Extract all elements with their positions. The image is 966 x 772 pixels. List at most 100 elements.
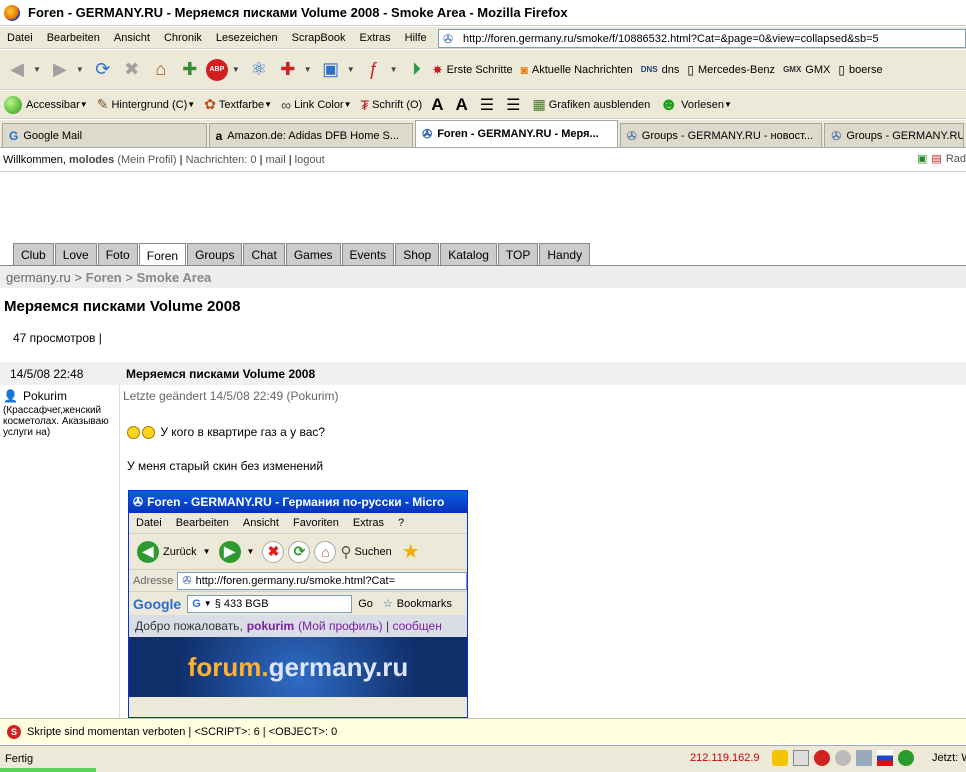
ip-address[interactable]: 212.119.162.9	[690, 752, 760, 764]
mail-icon[interactable]	[856, 750, 872, 766]
site-tab-top[interactable]: TOP	[497, 243, 539, 266]
site-tab-love[interactable]: Love	[54, 243, 97, 266]
download-icon[interactable]: ▣	[917, 152, 927, 165]
site-tab-groups[interactable]: Groups	[187, 243, 243, 266]
embedded-google-query: § 433 BGB	[214, 597, 269, 610]
script-dropdown-icon[interactable]: ▼	[390, 65, 398, 74]
menu-lesezeichen[interactable]: Lesezeichen	[209, 32, 285, 44]
forward-icon[interactable]: ▶	[47, 57, 73, 83]
online-status-icon[interactable]	[898, 750, 914, 766]
adblock-icon[interactable]: ABP	[205, 58, 228, 81]
tab-groups[interactable]: ✇ Groups - GERMANY.RU	[824, 123, 964, 147]
line-spacing-up-button[interactable]: ☰	[480, 95, 497, 115]
menu-chronik[interactable]: Chronik	[157, 32, 209, 44]
breadcrumb-root[interactable]: germany.ru	[6, 270, 71, 285]
site-tab-foto[interactable]: Foto	[97, 243, 138, 266]
embedded-menu-item: Bearbeiten	[175, 517, 229, 529]
site-tab-foren[interactable]: Foren	[138, 243, 187, 267]
bookmark-mercedes[interactable]: ▯ Mercedes-Benz	[687, 63, 775, 77]
embedded-back-icon: ◀	[137, 540, 159, 563]
menu-datei[interactable]: Datei	[0, 32, 40, 44]
reload-icon[interactable]: ⟳	[90, 57, 116, 83]
first-aid-dropdown-icon[interactable]: ▼	[304, 65, 312, 74]
author-name[interactable]: Pokurim	[23, 389, 67, 403]
site-tab-shop[interactable]: Shop	[395, 243, 440, 266]
accessibar-button[interactable]: Accessibar ▼	[4, 95, 88, 114]
my-profile-link[interactable]: (Mein Profil)	[117, 154, 176, 166]
link-color-button[interactable]: ∞ Link Color ▼	[281, 97, 351, 113]
noscript-status-icon[interactable]	[814, 750, 830, 766]
russian-flag-icon[interactable]	[877, 750, 893, 766]
mail-link[interactable]: mail	[266, 154, 286, 166]
tab-foren[interactable]: ✇ Foren - GERMANY.RU - Меря...	[415, 120, 618, 147]
first-aid-icon[interactable]: ✚	[275, 57, 301, 83]
window-titlebar: Foren - GERMANY.RU - Меряемся писками Vo…	[0, 0, 966, 26]
script-icon[interactable]: ƒ	[361, 57, 387, 83]
tab-amazon[interactable]: a Amazon.de: Adidas DFB Home S...	[208, 123, 414, 147]
site-tab-chat[interactable]: Chat	[243, 243, 285, 266]
back-icon[interactable]: ◀	[4, 57, 30, 83]
noscript-icon[interactable]: S	[7, 724, 21, 739]
tab-google-mail[interactable]: G Google Mail	[2, 123, 207, 147]
save-icon[interactable]: ▣	[318, 57, 344, 83]
breadcrumb-smoke-area[interactable]: Smoke Area	[137, 270, 212, 285]
embedded-menu: Datei Bearbeiten Ansicht Favoriten Extra…	[129, 513, 467, 533]
background-color-button[interactable]: ✎ Hintergrund (C) ▼	[97, 96, 195, 113]
site-tab-katalog[interactable]: Katalog	[440, 243, 497, 266]
stop-icon[interactable]: ✖	[119, 57, 145, 83]
page-info-icon[interactable]	[793, 750, 809, 766]
embedded-username: pokurim	[246, 619, 295, 633]
site-tab-handy[interactable]: Handy	[539, 243, 591, 266]
palette-icon: ✿	[204, 96, 216, 112]
firebug-icon[interactable]	[835, 750, 851, 766]
text-color-button[interactable]: ✿ Textfarbe ▼	[204, 96, 272, 113]
bookmark-gmx[interactable]: GMX GMX	[783, 64, 830, 76]
adblock-dropdown-icon[interactable]: ▼	[232, 65, 240, 74]
noscript-notification-bar[interactable]: S Skripte sind momentan verboten | <SCRI…	[0, 718, 966, 744]
font-larger-button[interactable]: A	[431, 95, 446, 115]
menu-scrapbook[interactable]: ScrapBook	[285, 32, 353, 44]
address-url[interactable]: http://foren.germany.ru/smoke/f/10886532…	[463, 33, 879, 45]
site-tab-games[interactable]: Games	[285, 243, 341, 266]
post-author[interactable]: 👤 Pokurim	[3, 389, 119, 403]
bookmark-dns[interactable]: DNS dns	[641, 64, 680, 76]
menu-hilfe[interactable]: Hilfe	[398, 32, 434, 44]
bookmark-boerse[interactable]: ▯ boerse	[838, 63, 882, 77]
back-dropdown-icon[interactable]: ▼	[33, 65, 41, 74]
address-bar[interactable]: ✇ http://foren.germany.ru/smoke/f/108865…	[438, 29, 966, 48]
play-icon[interactable]: ⏵	[404, 57, 430, 83]
logout-link[interactable]: logout	[295, 154, 325, 166]
site-tab-club[interactable]: Club	[13, 243, 54, 266]
image-icon: ▦	[532, 96, 546, 112]
save-dropdown-icon[interactable]: ▼	[347, 65, 355, 74]
bookmark-aktuelle-nachrichten[interactable]: ◙ Aktuelle Nachrichten	[521, 63, 633, 77]
site-identity-icon[interactable]: ✇	[443, 32, 457, 46]
radio-label[interactable]: Rad	[946, 153, 966, 165]
link-icon: ∞	[281, 96, 292, 113]
post-body: 👤 Pokurim (Крассафчег,женский косметолах…	[0, 385, 966, 718]
menu-ansicht[interactable]: Ansicht	[107, 32, 157, 44]
menu-bearbeiten[interactable]: Bearbeiten	[40, 32, 107, 44]
embedded-welcome-text: Добро пожаловать,	[135, 619, 243, 633]
menu-extras[interactable]: Extras	[352, 32, 397, 44]
read-aloud-button[interactable]: ☻ Vorlesen ▼	[659, 94, 732, 115]
tab-groups-news[interactable]: ✇ Groups - GERMANY.RU - новост...	[619, 123, 823, 147]
bookmark-erste-schritte[interactable]: ✸ Erste Schritte	[433, 63, 513, 77]
network-icon[interactable]: ⚛	[246, 57, 272, 83]
site-tab-events[interactable]: Events	[341, 243, 395, 266]
font-button[interactable]: ₮ Schrift (O)	[361, 97, 423, 113]
font-smaller-icon: A	[455, 94, 468, 114]
new-bookmark-icon[interactable]: ✚	[177, 57, 203, 83]
font-smaller-button[interactable]: A	[456, 95, 471, 115]
weather-now[interactable]: Jetzt: W	[932, 752, 966, 764]
home-icon[interactable]: ⌂	[148, 57, 174, 83]
breadcrumb-foren[interactable]: Foren	[86, 270, 122, 285]
embedded-title: Foren - GERMANY.RU - Германия по-русски …	[147, 495, 445, 509]
forward-dropdown-icon[interactable]: ▼	[76, 65, 84, 74]
print-icon[interactable]: ▤	[931, 152, 941, 165]
paint-icon: ✎	[96, 96, 109, 112]
line-spacing-down-button[interactable]: ☰	[506, 95, 523, 115]
extension-icon[interactable]	[772, 750, 788, 766]
hide-images-button[interactable]: ▦ Grafiken ausblenden	[532, 96, 650, 113]
messages-link[interactable]: Nachrichten: 0	[186, 154, 257, 166]
